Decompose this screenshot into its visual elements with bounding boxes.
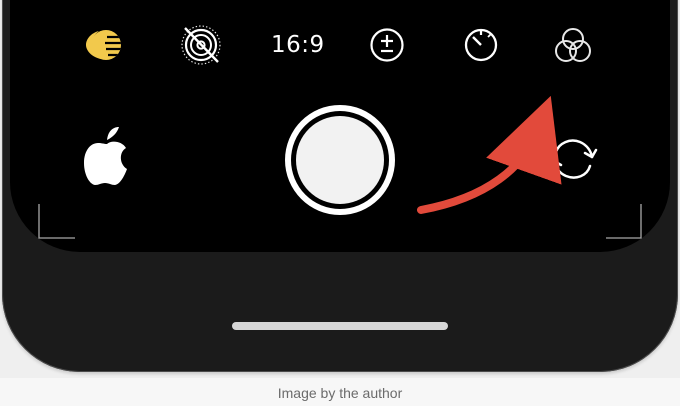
camera-overlay	[38, 25, 642, 330]
capture-guide-left	[38, 204, 75, 239]
exposure-icon[interactable]	[370, 28, 404, 62]
timer-icon[interactable]	[464, 28, 498, 62]
live-photo-off-icon[interactable]	[181, 25, 221, 65]
moon-icon[interactable]	[86, 30, 125, 60]
home-indicator	[232, 322, 448, 330]
apple-logo-icon[interactable]	[84, 127, 127, 185]
annotation-arrow	[417, 95, 562, 214]
filters-icon[interactable]	[555, 28, 591, 62]
capture-guide-right	[606, 204, 642, 239]
camera-screenshot: 16:9 Image by the author	[0, 0, 680, 406]
flip-camera-icon[interactable]	[548, 139, 598, 179]
aspect-ratio-button[interactable]: 16:9	[271, 30, 324, 60]
image-caption: Image by the author	[277, 385, 403, 401]
shutter-button[interactable]	[285, 105, 395, 215]
